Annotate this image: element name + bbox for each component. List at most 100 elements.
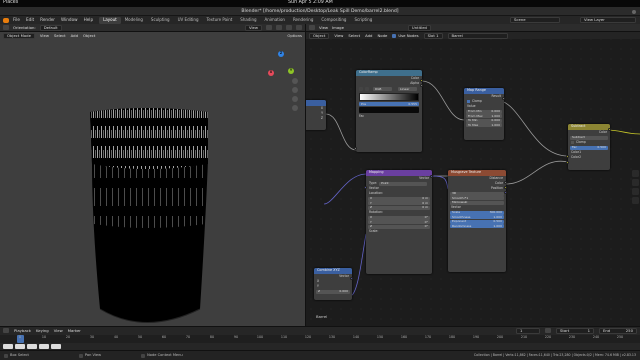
menu-object[interactable]: Object — [83, 33, 95, 38]
mapping-loc-x[interactable]: X 0 m — [368, 196, 430, 201]
orientation-dropdown[interactable]: Default — [39, 24, 62, 31]
barrel-object[interactable] — [80, 104, 220, 336]
places-menu[interactable]: Places — [3, 0, 18, 6]
menu-select[interactable]: Select — [54, 33, 66, 38]
node-colorramp[interactable]: ColorRamp Color Alpha RGB Linear Pos 0.55… — [356, 70, 422, 152]
musgrave-scale[interactable]: Scale 300.000 — [450, 210, 504, 215]
socket-position-out[interactable] — [504, 191, 507, 194]
socket-color-out[interactable] — [420, 79, 423, 82]
camera-view-icon[interactable] — [292, 96, 298, 102]
shading-mode-icon[interactable] — [296, 25, 302, 30]
proportional-edit-icon[interactable] — [276, 25, 282, 30]
overlay-icon[interactable] — [286, 25, 292, 30]
socket-combine-out[interactable] — [350, 277, 353, 280]
menu-file[interactable]: File — [13, 17, 20, 22]
colorramp-pos-field[interactable]: Pos 0.555 — [359, 102, 419, 106]
keyframe-swatch[interactable] — [3, 344, 13, 349]
menu-window[interactable]: Window — [61, 17, 78, 22]
mapping-rot-x[interactable]: X 0° — [368, 215, 430, 220]
mode-dropdown[interactable]: Object Mode — [3, 32, 35, 39]
menu-render[interactable]: Render — [40, 17, 55, 22]
menu-add[interactable]: Add — [71, 33, 78, 38]
socket-distance-out[interactable] — [504, 181, 507, 184]
tab-sculpting[interactable]: Sculpting — [147, 17, 174, 24]
map-range-to-max[interactable]: To Max 1.000 — [466, 123, 502, 127]
colorramp-interp[interactable]: Linear — [398, 87, 417, 91]
view-tab-icon[interactable] — [632, 188, 639, 195]
menu-keying[interactable]: Keying — [36, 328, 49, 333]
menu-help[interactable]: Help — [84, 17, 94, 22]
mapping-loc-y[interactable]: Y0 m — [368, 201, 430, 205]
frame-ruler[interactable]: 0 10 20 30 40 50 60 70 80 90 100 110 120 130 140 150 160… — [0, 335, 640, 343]
node-mapping[interactable]: Mapping Vector Type: Point Vector Locatio… — [366, 170, 432, 274]
close-window-icon[interactable] — [632, 9, 636, 14]
tab-modeling[interactable]: Modeling — [121, 17, 147, 24]
start-frame-field[interactable]: Start 1 — [556, 327, 594, 334]
blender-logo-icon[interactable] — [3, 17, 9, 23]
socket-fac-in[interactable] — [354, 147, 357, 150]
socket-color2-in[interactable] — [566, 161, 569, 164]
zoom-icon[interactable] — [292, 78, 298, 84]
gizmo-x-axis[interactable]: X — [268, 70, 274, 76]
tab-rendering[interactable]: Rendering — [289, 17, 317, 24]
options-button[interactable]: Options — [287, 33, 302, 38]
keyframe-swatch[interactable] — [51, 344, 61, 349]
combine-z-field[interactable]: Z 0.000 — [316, 289, 350, 294]
editor-type-icon[interactable] — [3, 25, 9, 30]
node-combine-xyz[interactable]: Combine XYZ Vector X Y Z 0.000 — [314, 268, 352, 300]
gizmo-y-axis[interactable]: Y — [288, 68, 294, 74]
current-frame-field[interactable]: 1 — [516, 327, 540, 334]
pan-icon[interactable] — [292, 87, 298, 93]
node-left-stub[interactable]: X Y Z — [306, 100, 326, 130]
tab-scripting[interactable]: Scripting — [350, 17, 376, 24]
socket-mapping-out[interactable] — [430, 175, 433, 178]
menu-marker[interactable]: Marker — [68, 328, 81, 333]
socket-mapping-vector-in[interactable] — [364, 186, 367, 189]
socket-alpha-out[interactable] — [420, 84, 423, 87]
colorramp-mode[interactable]: RGB — [373, 87, 392, 91]
end-frame-field[interactable]: End 250 — [599, 327, 637, 334]
mapping-rot-y[interactable]: Y 0° — [368, 220, 430, 224]
socket-result-out[interactable] — [502, 97, 505, 100]
editor-type-icon[interactable] — [3, 328, 9, 333]
node-tab-icon[interactable] — [632, 170, 639, 177]
tab-compositing[interactable]: Compositing — [317, 17, 350, 24]
3d-viewport[interactable]: Orientation: Default View Object Mode Vi… — [0, 24, 305, 326]
options-tab-icon[interactable] — [632, 197, 639, 204]
socket-color1-in[interactable] — [566, 155, 569, 158]
socket-color-out[interactable] — [504, 186, 507, 189]
keyframe-swatch[interactable] — [39, 344, 49, 349]
tab-layout[interactable]: Layout — [99, 16, 121, 24]
snap-icon[interactable] — [266, 25, 272, 30]
shader-node-editor[interactable]: View Image Untitled Object View Select A… — [306, 24, 640, 326]
tab-shading[interactable]: Shading — [236, 17, 260, 24]
perspective-toggle-icon[interactable] — [292, 105, 298, 111]
drag-dropdown[interactable]: View — [244, 24, 262, 31]
timeline-editor[interactable]: Playback Keying View Marker 1 Start 1 End… — [0, 326, 640, 350]
mapping-type-dropdown[interactable]: Point — [379, 181, 427, 186]
remove-stop-icon[interactable] — [365, 87, 369, 91]
tab-uv-editing[interactable]: UV Editing — [174, 17, 203, 24]
musgrave-randomness[interactable]: Randomness 1.000 — [450, 224, 504, 228]
gizmo-z-axis[interactable]: Z — [278, 51, 284, 57]
menu-edit[interactable]: Edit — [26, 17, 34, 22]
keyframe-swatch[interactable] — [27, 344, 37, 349]
add-stop-icon[interactable] — [359, 87, 363, 91]
tab-texture-paint[interactable]: Texture Paint — [202, 17, 236, 24]
node-musgrave-texture[interactable]: Musgrave Texture Distance Color Position… — [448, 170, 506, 272]
socket-mix-out[interactable] — [608, 128, 611, 131]
mix-fac-field[interactable]: Fac 0.500 — [570, 145, 608, 150]
mapping-rot-z[interactable]: Z 0° — [368, 224, 430, 229]
musgrave-dimensions[interactable]: 3D — [450, 191, 504, 196]
map-range-to-min[interactable]: To Min 0.000 — [466, 118, 502, 123]
keyframe-swatch[interactable] — [15, 344, 25, 349]
musgrave-metric[interactable]: Minkowski — [450, 200, 504, 205]
menu-view[interactable]: View — [40, 33, 49, 38]
menu-playback[interactable]: Playback — [14, 328, 31, 333]
mix-blend-dropdown[interactable]: Subtract — [570, 135, 608, 140]
scene-selector[interactable]: Scene — [510, 17, 560, 23]
node-mix-subtract[interactable]: Subtract Color Subtract Clamp Fac 0.500 C… — [568, 124, 610, 170]
node-map-range[interactable]: Map Range Result Clamp Value From Min 0.0… — [464, 88, 504, 140]
tab-animation[interactable]: Animation — [261, 17, 289, 24]
color-gradient-bar[interactable] — [359, 93, 419, 101]
